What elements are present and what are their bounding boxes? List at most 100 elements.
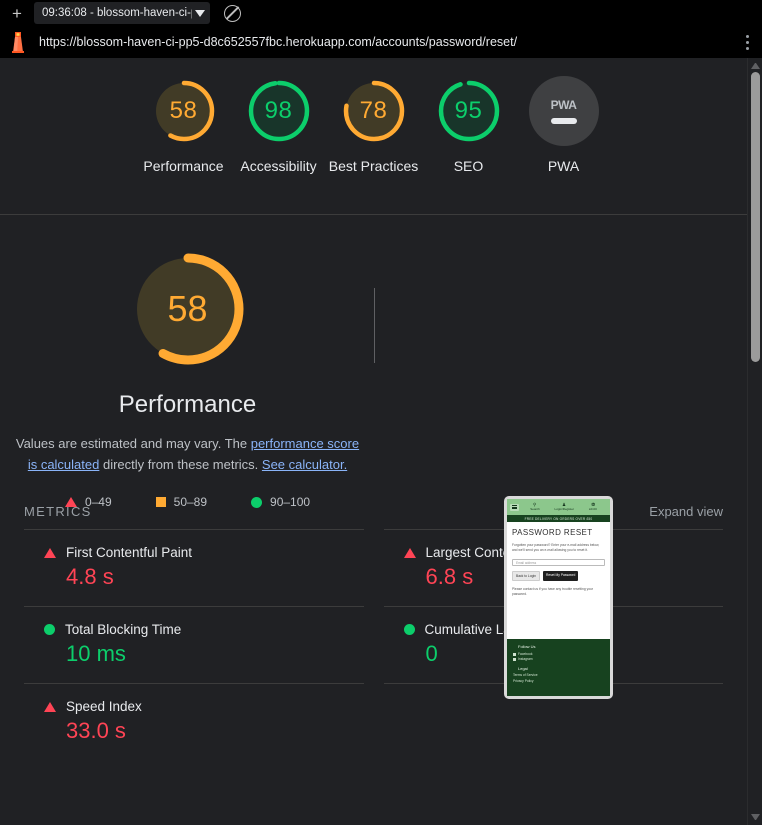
score-item-performance[interactable]: 58 Performance <box>136 76 231 214</box>
thumbnail-reset-password-button: Reset My Password <box>542 571 579 581</box>
pwa-dash-icon <box>550 118 577 124</box>
thumbnail-footer-instagram-label: Instagram <box>518 656 533 661</box>
hamburger-menu-icon <box>510 503 519 511</box>
scrollbar-thumb[interactable] <box>751 72 760 362</box>
score-label-best-practices: Best Practices <box>328 158 419 174</box>
thumbnail-nav-search-label: Search <box>529 506 540 511</box>
gauge-performance-large: 58 <box>124 245 252 373</box>
gauge-score-performance: 58 <box>169 97 198 124</box>
thumbnail-paragraph: Forgotten your password? Enter your e-ma… <box>512 543 600 552</box>
thumbnail-footer-privacy: Privacy Policy <box>513 678 534 683</box>
thumbnail-promo-banner: FREE DELIVERY ON ORDERS OVER £50 <box>507 515 610 522</box>
tab-title: 09:36:08 - blossom-haven-ci-p <box>42 7 192 19</box>
thumbnail-note: Please contact us if you have any troubl… <box>512 587 594 596</box>
triangle-fail-icon <box>44 547 56 558</box>
score-legend: 0–49 50–89 90–100 <box>64 495 310 509</box>
thumbnail-nav-cart: ⛃ £0.00 <box>580 502 607 511</box>
lighthouse-icon <box>12 32 24 53</box>
thumbnail-footer-legal-heading: Legal <box>518 665 528 671</box>
gauge-score-accessibility: 98 <box>264 97 293 124</box>
legend-pass-range: 90–100 <box>270 495 311 509</box>
metric-value: 33.0 s <box>66 718 126 743</box>
caret-down-icon[interactable] <box>195 9 205 17</box>
instagram-icon <box>513 657 516 661</box>
thumbnail-back-to-login-button: Back to Login <box>512 571 540 581</box>
thumbnail-nav-account: ♟ Login/Register <box>550 502 577 511</box>
category-description: Values are estimated and may vary. The p… <box>15 433 360 475</box>
thumbnail-email-input: Email address <box>512 559 605 566</box>
category-header: 58 Performance Values are estimated and … <box>0 215 747 699</box>
thumbnail-nav-cart-total: £0.00 <box>589 506 598 511</box>
circle-pass-icon <box>403 624 415 635</box>
legend-average-range: 50–89 <box>173 495 208 509</box>
scroll-down-arrow-icon[interactable] <box>751 814 760 820</box>
final-screenshot-thumbnail[interactable]: ⚲ Search ♟ Login/Register ⛃ £0.00 FREE D… <box>504 496 613 699</box>
thumbnail-button-row: Back to Login Reset My Password <box>512 571 605 581</box>
metric-name: Speed Index <box>66 699 142 714</box>
thumbnail-footer: Follow Us Facebook Instagram Legal Terms… <box>507 639 610 696</box>
triangle-fail-icon <box>44 701 56 712</box>
thumbnail-main-content: PASSWORD RESET Forgotten your password? … <box>507 522 610 639</box>
url-bar: https://blossom-haven-ci-pp5-d8c652557fb… <box>0 26 762 58</box>
tab-strip: + 09:36:08 - blossom-haven-ci-p <box>0 0 762 26</box>
pwa-badge-icon: PWA <box>528 76 599 146</box>
scroll-up-arrow-icon[interactable] <box>751 63 760 69</box>
section-divider <box>374 288 375 363</box>
circle-pass-icon <box>44 624 55 635</box>
metric-value: 10 ms <box>66 641 126 666</box>
legend-fail-range: 0–49 <box>84 495 112 509</box>
score-scale: 58 Performance 98 Accessibility 78 Best … <box>0 58 747 215</box>
gauge-seo: 95 <box>434 76 504 146</box>
score-label-accessibility: Accessibility <box>240 158 317 174</box>
pwa-text: PWA <box>550 98 577 112</box>
thumbnail-footer-follow-heading: Follow Us <box>518 644 536 649</box>
plus-icon[interactable]: + <box>4 2 30 24</box>
performance-summary: 58 Performance Values are estimated and … <box>0 245 375 509</box>
gauge-accessibility: 98 <box>244 76 314 146</box>
score-item-accessibility[interactable]: 98 Accessibility <box>231 76 326 214</box>
description-text-1: Values are estimated and may vary. The <box>15 436 251 451</box>
lighthouse-report: 58 Performance 98 Accessibility 78 Best … <box>0 58 747 825</box>
metrics-section: METRICS Expand view First Contentful Pai… <box>0 493 747 760</box>
score-item-seo[interactable]: 95 SEO <box>421 76 516 214</box>
score-item-best-practices[interactable]: 78 Best Practices <box>326 76 421 214</box>
gauge-best-practices: 78 <box>339 76 409 146</box>
url-text[interactable]: https://blossom-haven-ci-pp5-d8c652557fb… <box>39 35 738 49</box>
metric-name: First Contentful Paint <box>66 545 193 560</box>
lighthouse-report-viewport: 58 Performance 98 Accessibility 78 Best … <box>0 58 762 825</box>
thumbnail-navbar: ⚲ Search ♟ Login/Register ⛃ £0.00 <box>507 499 610 515</box>
thumbnail-nav-search: ⚲ Search <box>521 502 548 511</box>
browser-tab[interactable]: 09:36:08 - blossom-haven-ci-p <box>34 2 210 24</box>
gauge-performance: 58 <box>149 76 219 146</box>
score-item-pwa[interactable]: PWA PWA <box>516 76 611 214</box>
gauge-score-performance-large: 58 <box>167 288 208 329</box>
three-dot-menu-icon[interactable] <box>738 34 756 50</box>
metric-total-blocking-time[interactable]: Total Blocking Time 10 ms <box>24 606 364 683</box>
metrics-grid: First Contentful Paint 4.8 s Largest Con… <box>24 529 723 760</box>
metric-first-contentful-paint[interactable]: First Contentful Paint 4.8 s <box>24 529 364 606</box>
no-entry-icon[interactable] <box>224 4 241 22</box>
description-text-2: directly from these metrics. <box>99 457 262 472</box>
square-average-icon <box>155 497 166 507</box>
thumbnail-screen: ⚲ Search ♟ Login/Register ⛃ £0.00 FREE D… <box>507 499 610 696</box>
legend-pass: 90–100 <box>251 495 310 509</box>
facebook-icon <box>513 652 516 656</box>
legend-fail: 0–49 <box>64 495 112 509</box>
triangle-fail-icon <box>403 547 416 558</box>
category-title: Performance <box>118 391 257 418</box>
metric-speed-index[interactable]: Speed Index 33.0 s <box>24 683 364 760</box>
triangle-fail-icon <box>64 497 77 507</box>
legend-average: 50–89 <box>155 495 208 509</box>
browser-chrome: + 09:36:08 - blossom-haven-ci-p https://… <box>0 0 762 58</box>
circle-pass-icon <box>251 496 263 508</box>
metric-name: Total Blocking Time <box>65 622 182 637</box>
metric-value: 4.8 s <box>66 564 114 589</box>
score-label-seo: SEO <box>453 158 484 174</box>
gauge-score-seo: 95 <box>454 97 483 124</box>
score-label-performance: Performance <box>143 158 224 174</box>
see-calculator-link[interactable]: See calculator. <box>262 457 347 472</box>
scrollbar[interactable] <box>747 58 762 825</box>
expand-view-button[interactable]: Expand view <box>649 504 723 519</box>
thumbnail-nav-account-label: Login/Register <box>554 506 574 511</box>
gauge-score-best-practices: 78 <box>359 97 388 124</box>
